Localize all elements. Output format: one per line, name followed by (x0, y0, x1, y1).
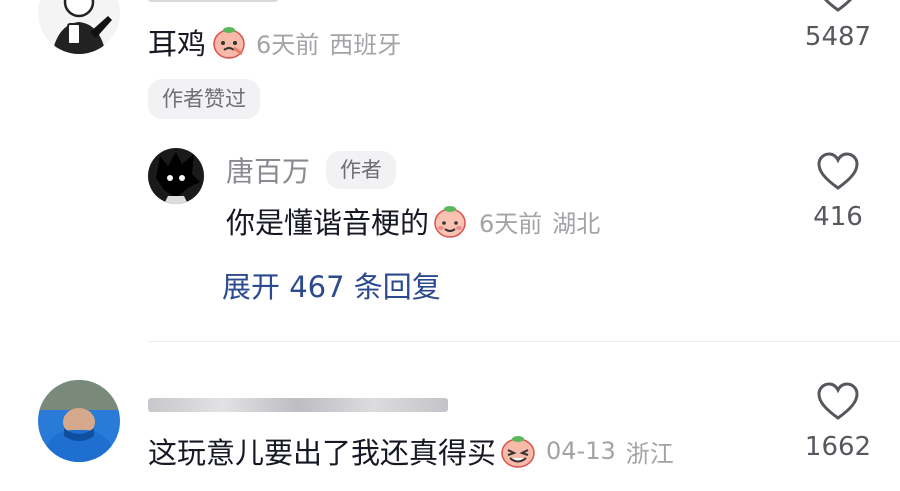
like-count: 1662 (804, 432, 872, 462)
heart-icon (823, 0, 853, 12)
reply-like-button[interactable] (778, 152, 898, 196)
author-liked-chip: 作者赞过 (148, 79, 260, 119)
divider (148, 341, 900, 342)
heart-icon (817, 382, 859, 420)
reply-username[interactable]: 唐百万 (226, 150, 310, 190)
comment-text: 耳鸡 (148, 27, 207, 61)
reply-location: 湖北 (552, 209, 601, 238)
avatar[interactable] (38, 0, 120, 54)
reply-avatar[interactable] (148, 148, 204, 204)
comment-location: 西班牙 (329, 30, 402, 59)
emoji-icon (210, 24, 248, 60)
reply-time: 6天前 (479, 209, 543, 238)
comment-time: 6天前 (256, 30, 320, 59)
avatar[interactable] (38, 380, 120, 462)
username-hidden (148, 0, 278, 2)
author-badge: 作者 (326, 151, 397, 189)
like-count: 416 (813, 202, 863, 232)
expand-replies-link[interactable]: 展开 467 条回复 (222, 264, 441, 306)
like-count: 5487 (804, 22, 872, 52)
comment-location: 浙江 (625, 439, 674, 468)
reply-text: 你是懂谐音梗的 (226, 206, 430, 240)
heart-icon (817, 152, 859, 190)
emoji-icon (431, 203, 469, 239)
like-button[interactable] (778, 382, 898, 426)
comment-text: 这玩意儿要出了我还真得买 (148, 436, 497, 470)
comment-time: 04-13 (546, 437, 616, 465)
emoji-icon (498, 433, 538, 469)
username-hidden (148, 398, 448, 412)
